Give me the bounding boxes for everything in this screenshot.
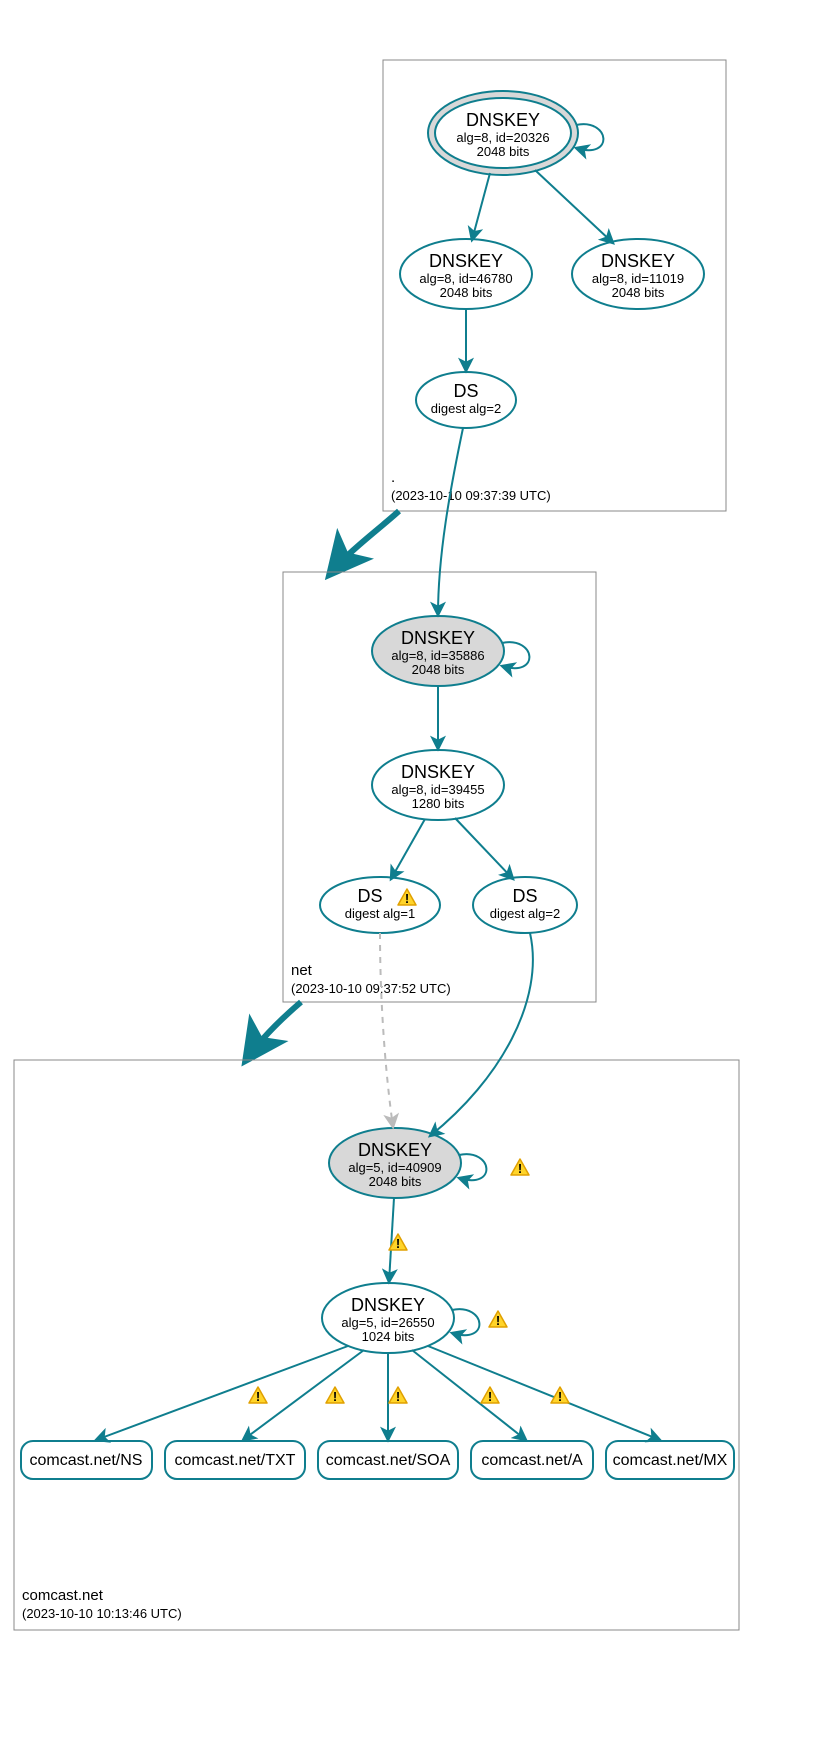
warning-icon bbox=[481, 1387, 499, 1404]
svg-text:DS: DS bbox=[453, 381, 478, 401]
zone-net-name: net bbox=[291, 962, 313, 979]
svg-text:digest alg=1: digest alg=1 bbox=[345, 906, 415, 921]
svg-text:2048 bits: 2048 bits bbox=[477, 144, 530, 159]
node-net-ksk: DNSKEY alg=8, id=35886 2048 bits bbox=[372, 616, 504, 686]
svg-text:DNSKEY: DNSKEY bbox=[401, 762, 475, 782]
svg-text:DNSKEY: DNSKEY bbox=[429, 251, 503, 271]
svg-text:comcast.net/NS: comcast.net/NS bbox=[30, 1452, 143, 1469]
edge-netzsk-ds2 bbox=[455, 818, 513, 879]
dnssec-chain-diagram: ! . (2023-10-10 09:37:39 UTC) DNSKEY alg… bbox=[0, 0, 832, 1742]
warning-icon bbox=[249, 1387, 267, 1404]
svg-text:1024 bits: 1024 bits bbox=[362, 1329, 415, 1344]
zone-leaf-name: comcast.net bbox=[22, 1587, 104, 1604]
rrset-a: comcast.net/A bbox=[471, 1441, 593, 1479]
edge-net-ksk-self bbox=[502, 642, 529, 668]
edge-rootds-netksk bbox=[438, 428, 463, 615]
edge-root-ksk-self bbox=[576, 124, 603, 150]
edge-rootksk-rootkey3 bbox=[535, 170, 613, 243]
svg-text:alg=5, id=40909: alg=5, id=40909 bbox=[348, 1160, 441, 1175]
svg-text:alg=8, id=20326: alg=8, id=20326 bbox=[456, 130, 549, 145]
svg-text:2048 bits: 2048 bits bbox=[412, 662, 465, 677]
edge-rootksk-rootzsk bbox=[472, 173, 490, 240]
node-root-zsk: DNSKEY alg=8, id=46780 2048 bits bbox=[400, 239, 532, 309]
edge-ds2-leafksk bbox=[430, 933, 533, 1136]
svg-text:comcast.net/MX: comcast.net/MX bbox=[613, 1452, 728, 1469]
rrset-txt: comcast.net/TXT bbox=[165, 1441, 305, 1479]
svg-text:DNSKEY: DNSKEY bbox=[358, 1140, 432, 1160]
edge-netzsk-ds1 bbox=[391, 819, 425, 879]
svg-text:DNSKEY: DNSKEY bbox=[351, 1295, 425, 1315]
svg-text:digest alg=2: digest alg=2 bbox=[431, 401, 501, 416]
svg-text:2048 bits: 2048 bits bbox=[369, 1174, 422, 1189]
node-root-key3: DNSKEY alg=8, id=11019 2048 bits bbox=[572, 239, 704, 309]
svg-text:alg=8, id=35886: alg=8, id=35886 bbox=[391, 648, 484, 663]
edge-zsk-mx bbox=[428, 1346, 660, 1440]
rrset-ns: comcast.net/NS bbox=[21, 1441, 152, 1479]
edge-net-to-leaf-zone bbox=[246, 1002, 301, 1060]
node-root-ds: DS digest alg=2 bbox=[416, 372, 516, 428]
svg-text:alg=5, id=26550: alg=5, id=26550 bbox=[341, 1315, 434, 1330]
warning-icon bbox=[326, 1387, 344, 1404]
zone-net-timestamp: (2023-10-10 09:37:52 UTC) bbox=[291, 981, 451, 996]
svg-text:alg=8, id=11019: alg=8, id=11019 bbox=[592, 271, 684, 286]
edge-root-to-net-zone bbox=[330, 511, 399, 574]
edge-leaf-zsk-self bbox=[452, 1309, 479, 1335]
node-net-zsk: DNSKEY alg=8, id=39455 1280 bits bbox=[372, 750, 504, 820]
warning-icon bbox=[489, 1311, 507, 1328]
warning-icon bbox=[511, 1159, 529, 1176]
warning-icon bbox=[551, 1387, 569, 1404]
rrset-soa: comcast.net/SOA bbox=[318, 1441, 458, 1479]
edge-leafksk-leafzsk bbox=[389, 1198, 394, 1282]
svg-text:alg=8, id=46780: alg=8, id=46780 bbox=[419, 271, 512, 286]
svg-text:comcast.net/SOA: comcast.net/SOA bbox=[326, 1452, 451, 1469]
svg-text:2048 bits: 2048 bits bbox=[440, 285, 493, 300]
node-leaf-ksk: DNSKEY alg=5, id=40909 2048 bits bbox=[329, 1128, 461, 1198]
edge-zsk-ns bbox=[96, 1346, 348, 1440]
warning-icon bbox=[389, 1387, 407, 1404]
node-net-ds2: DS digest alg=2 bbox=[473, 877, 577, 933]
edge-ds1-leafksk-dashed bbox=[380, 933, 393, 1127]
node-root-ksk: DNSKEY alg=8, id=20326 2048 bits bbox=[428, 91, 578, 175]
node-leaf-zsk: DNSKEY alg=5, id=26550 1024 bits bbox=[322, 1283, 454, 1353]
edge-leaf-ksk-self bbox=[459, 1154, 486, 1180]
svg-text:DS: DS bbox=[512, 886, 537, 906]
svg-text:DNSKEY: DNSKEY bbox=[601, 251, 675, 271]
zone-leaf-timestamp: (2023-10-10 10:13:46 UTC) bbox=[22, 1606, 182, 1621]
svg-text:alg=8, id=39455: alg=8, id=39455 bbox=[391, 782, 484, 797]
svg-text:DS: DS bbox=[357, 886, 382, 906]
zone-root-timestamp: (2023-10-10 09:37:39 UTC) bbox=[391, 488, 551, 503]
rrset-mx: comcast.net/MX bbox=[606, 1441, 734, 1479]
svg-text:DNSKEY: DNSKEY bbox=[466, 110, 540, 130]
zone-root-name: . bbox=[391, 469, 395, 486]
svg-text:comcast.net/TXT: comcast.net/TXT bbox=[175, 1452, 296, 1469]
svg-text:DNSKEY: DNSKEY bbox=[401, 628, 475, 648]
svg-text:digest alg=2: digest alg=2 bbox=[490, 906, 560, 921]
svg-text:1280 bits: 1280 bits bbox=[412, 796, 465, 811]
svg-text:2048 bits: 2048 bits bbox=[612, 285, 665, 300]
svg-text:comcast.net/A: comcast.net/A bbox=[481, 1452, 583, 1469]
node-net-ds1: DS digest alg=1 bbox=[320, 877, 440, 933]
